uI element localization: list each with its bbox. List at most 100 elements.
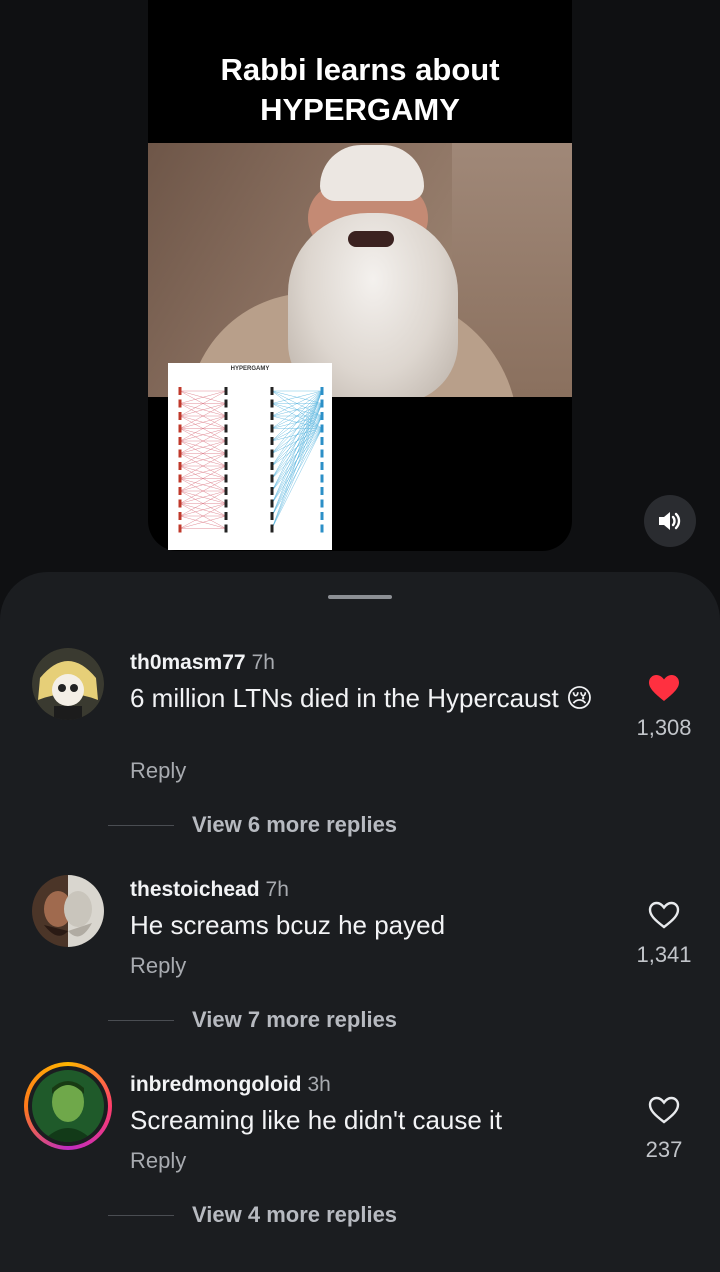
comment-text: He screams bcuz he payed xyxy=(130,910,446,940)
person-figure xyxy=(224,437,228,445)
person-figure xyxy=(270,499,274,508)
person-figure xyxy=(270,387,274,395)
sheet-drag-handle[interactable] xyxy=(328,595,392,599)
person-figure xyxy=(270,462,274,470)
person-figure xyxy=(178,449,182,458)
diagram-graphic xyxy=(178,387,324,533)
like-button[interactable]: 237 xyxy=(630,1096,698,1163)
person-figure xyxy=(224,487,228,495)
person-figure xyxy=(320,437,324,445)
person-figure xyxy=(270,487,274,495)
video-title-line1: Rabbi learns about xyxy=(220,52,500,87)
avatar xyxy=(32,1070,104,1142)
like-count: 1,341 xyxy=(636,942,692,967)
view-more-replies[interactable]: View 4 more replies xyxy=(108,1202,397,1228)
view-more-replies-label: View 6 more replies xyxy=(192,812,398,837)
person-figure xyxy=(178,487,182,495)
cartoon-avatar-image xyxy=(32,648,104,720)
connection-line xyxy=(271,415,323,529)
person-figure xyxy=(224,412,228,420)
person-figure xyxy=(270,399,274,408)
person-figure xyxy=(270,412,274,420)
person-figure xyxy=(320,387,324,395)
connection-line xyxy=(271,390,323,504)
video-title-line2: HYPERGAMY xyxy=(260,92,460,127)
connection-line xyxy=(271,428,323,529)
comment-meta: inbredmongoloid 3h xyxy=(130,1072,331,1098)
person-figure xyxy=(224,512,228,520)
sound-toggle-button[interactable] xyxy=(644,495,696,547)
replies-divider xyxy=(108,1019,174,1021)
split-face-avatar-image xyxy=(32,875,104,947)
view-more-replies[interactable]: View 6 more replies xyxy=(108,812,397,838)
reply-button[interactable]: Reply xyxy=(130,953,186,979)
person-figure xyxy=(320,449,324,458)
person-figure xyxy=(320,524,324,533)
avatar[interactable] xyxy=(32,648,104,720)
heart-outline-icon xyxy=(648,901,680,929)
person-figure xyxy=(178,524,182,533)
video-frame xyxy=(148,143,572,397)
person-figure xyxy=(320,424,324,433)
like-button[interactable]: 1,308 xyxy=(630,674,698,741)
comment-time: 7h xyxy=(251,651,275,674)
connection-line xyxy=(271,390,323,529)
connection-line xyxy=(271,390,323,492)
person-figure xyxy=(320,412,324,420)
person-figure xyxy=(224,399,228,408)
speaker-on-icon xyxy=(659,512,681,530)
avatar-story-ring[interactable] xyxy=(24,1062,112,1150)
comment-text: Screaming like he didn't cause it xyxy=(130,1105,503,1135)
like-count: 1,308 xyxy=(636,715,692,740)
person-figure xyxy=(320,399,324,408)
heart-filled-icon xyxy=(649,675,679,701)
person-figure xyxy=(320,487,324,495)
person-figure xyxy=(270,512,274,520)
replies-divider xyxy=(108,1214,174,1216)
person-figure xyxy=(178,512,182,520)
person-figure xyxy=(178,499,182,508)
view-more-replies-label: View 4 more replies xyxy=(192,1202,398,1227)
like-button[interactable]: 1,341 xyxy=(630,901,698,968)
hypergamy-diagram: HYPERGAMY xyxy=(168,363,332,550)
person-figure xyxy=(178,424,182,433)
comments-sheet: th0masm77 7h 6 million LTNs died in the H… xyxy=(0,572,720,1272)
person-figure xyxy=(320,474,324,483)
comment-meta: th0masm77 7h xyxy=(130,650,275,676)
username[interactable]: th0masm77 xyxy=(130,651,246,674)
view-more-replies[interactable]: View 7 more replies xyxy=(108,1007,397,1033)
person-figure xyxy=(270,424,274,433)
person-figure xyxy=(224,474,228,483)
username[interactable]: thestoichead xyxy=(130,878,260,901)
username[interactable]: inbredmongoloid xyxy=(130,1073,301,1096)
video-title: Rabbi learns about HYPERGAMY xyxy=(148,50,572,130)
person-figure xyxy=(178,399,182,408)
person-figure xyxy=(178,462,182,470)
person-figure xyxy=(270,474,274,483)
comment-time: 3h xyxy=(307,1073,331,1096)
person-figure xyxy=(224,524,228,533)
reply-button[interactable]: Reply xyxy=(130,758,186,784)
person-figure xyxy=(270,449,274,458)
person-figure xyxy=(224,424,228,433)
comment-text: 6 million LTNs died in the Hypercaust 😢 xyxy=(130,683,594,713)
person-figure xyxy=(320,462,324,470)
person-figure xyxy=(224,449,228,458)
reply-button[interactable]: Reply xyxy=(130,1148,186,1174)
person-figure xyxy=(270,524,274,533)
replies-divider xyxy=(108,824,174,826)
green-portrait-avatar-image xyxy=(32,1070,104,1142)
person-figure xyxy=(270,437,274,445)
person-figure xyxy=(320,499,324,508)
person-figure xyxy=(224,499,228,508)
person-figure xyxy=(178,437,182,445)
person-figure xyxy=(178,387,182,395)
person-figure xyxy=(320,512,324,520)
open-mouth xyxy=(348,231,394,247)
person-figure xyxy=(178,412,182,420)
comment-meta: thestoichead 7h xyxy=(130,877,289,903)
avatar[interactable] xyxy=(32,875,104,947)
person-figure xyxy=(224,387,228,395)
view-more-replies-label: View 7 more replies xyxy=(192,1007,398,1032)
person-figure xyxy=(178,474,182,483)
